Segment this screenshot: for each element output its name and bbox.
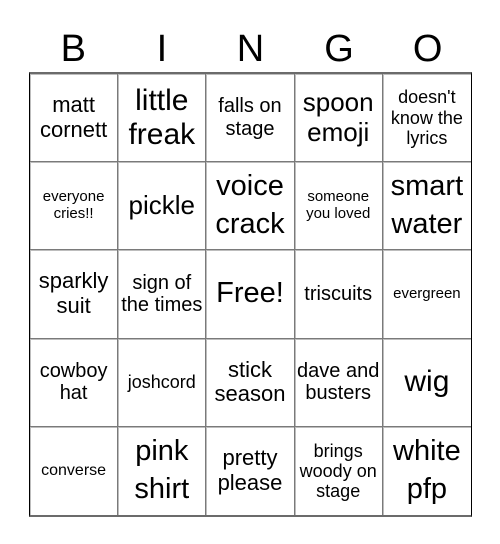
- bingo-cell[interactable]: little freak: [118, 74, 207, 163]
- cell-text: stick season: [214, 356, 286, 407]
- bingo-cell[interactable]: pickle: [118, 162, 207, 251]
- cell-text: joshcord: [127, 372, 196, 393]
- cell-text: evergreen: [393, 284, 461, 302]
- cell-text: matt cornett: [39, 91, 108, 142]
- cell-text: converse: [41, 461, 107, 479]
- cell-text: pickle: [128, 190, 196, 221]
- bingo-cell[interactable]: stick season: [206, 338, 295, 427]
- bingo-cell[interactable]: white pfp: [383, 427, 471, 515]
- cell-text: pretty please: [217, 445, 283, 495]
- cell-text: voice crack: [215, 170, 285, 240]
- bingo-cell-free-space[interactable]: Free!: [206, 250, 295, 339]
- bingo-cell[interactable]: spoon emoji: [294, 74, 383, 163]
- header-letter-g: G: [324, 28, 354, 70]
- bingo-cell[interactable]: converse: [30, 426, 119, 515]
- cell-text: smart water: [390, 170, 464, 240]
- cell-text: sign of the times: [121, 271, 203, 316]
- bingo-cell[interactable]: falls on stage: [206, 74, 295, 163]
- cell-text: everyone cries!!: [42, 187, 105, 222]
- bingo-cell[interactable]: wig: [382, 339, 471, 427]
- cell-text: someone you loved: [306, 187, 371, 222]
- bingo-cell[interactable]: brings woody on stage: [295, 426, 383, 515]
- cell-text: Free!: [216, 277, 284, 310]
- bingo-cell[interactable]: sign of the times: [118, 250, 207, 339]
- header-letter-o: O: [412, 28, 443, 70]
- cell-text: spoon emoji: [302, 87, 374, 147]
- cell-text: white pfp: [393, 435, 461, 505]
- bingo-cell[interactable]: cowboy hat: [30, 338, 119, 427]
- bingo-cell[interactable]: matt cornett: [30, 74, 119, 163]
- bingo-cell[interactable]: everyone cries!!: [30, 162, 119, 251]
- cell-text: pink shirt: [134, 435, 190, 505]
- cell-text: doesn't know the lyrics: [390, 87, 463, 148]
- bingo-header: B I N G O: [29, 26, 472, 72]
- bingo-cell[interactable]: joshcord: [118, 338, 207, 427]
- cell-text: triscuits: [304, 282, 373, 305]
- cell-text: cowboy hat: [39, 359, 108, 405]
- bingo-cell[interactable]: pretty please: [206, 426, 295, 515]
- bingo-card-grid: matt cornett little freak falls on stage…: [29, 72, 472, 517]
- cell-text: wig: [404, 365, 450, 399]
- bingo-cell[interactable]: triscuits: [294, 250, 383, 339]
- bingo-cell[interactable]: dave and busters: [294, 338, 383, 427]
- bingo-cell[interactable]: evergreen: [382, 250, 471, 339]
- bingo-cell[interactable]: doesn't know the lyrics: [382, 74, 471, 163]
- cell-text: dave and busters: [297, 359, 380, 405]
- header-letter-n: N: [236, 28, 265, 70]
- bingo-cell[interactable]: voice crack: [206, 162, 295, 251]
- cell-text: little freak: [128, 84, 196, 151]
- cell-text: sparkly suit: [38, 268, 109, 318]
- header-letter-b: B: [60, 28, 86, 70]
- bingo-cell[interactable]: smart water: [382, 162, 471, 251]
- header-letter-i: I: [156, 28, 168, 70]
- bingo-cell[interactable]: someone you loved: [294, 162, 383, 251]
- cell-text: falls on stage: [218, 95, 282, 140]
- cell-text: brings woody on stage: [299, 440, 377, 501]
- bingo-cell[interactable]: sparkly suit: [30, 250, 119, 339]
- bingo-cell[interactable]: pink shirt: [118, 426, 207, 515]
